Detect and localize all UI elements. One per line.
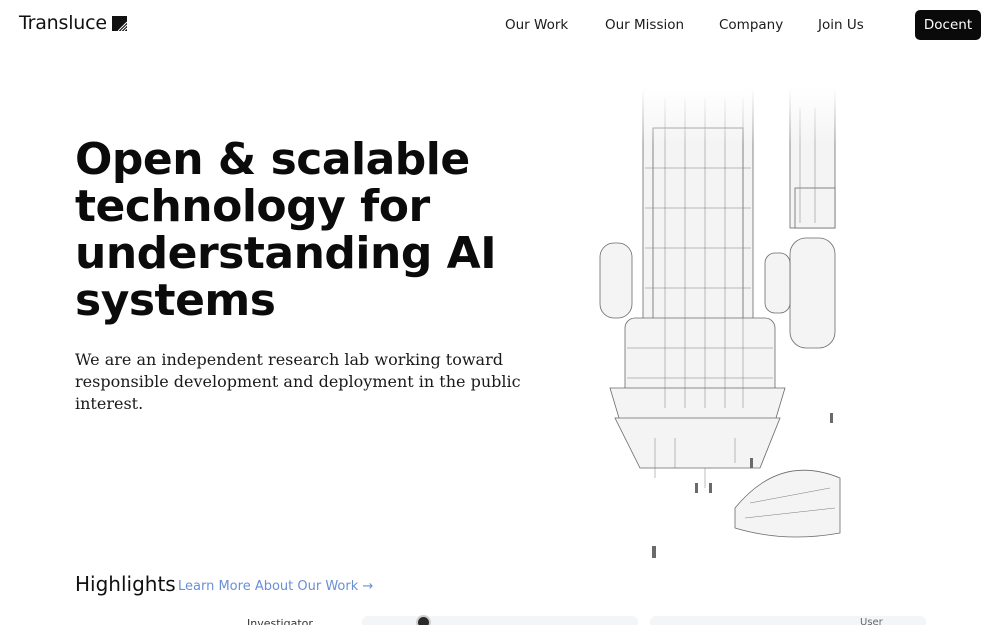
main-nav: Our Work Our Mission Company Join Us (0, 17, 1000, 37)
hero-title: Open & scalable technology for understan… (75, 134, 497, 326)
hero-illustration (585, 88, 860, 570)
card-label-investigator: Investigator (247, 617, 313, 625)
hero-subtitle: We are an independent research lab worki… (75, 350, 521, 413)
nav-join-us[interactable]: Join Us (818, 17, 864, 33)
site-header: Transluce Our Work Our Mission Company J… (0, 0, 1000, 50)
highlight-card[interactable] (650, 616, 926, 625)
card-label-user: User (860, 617, 883, 625)
nav-company[interactable]: Company (719, 17, 783, 33)
avatar (416, 615, 431, 625)
learn-more-link[interactable]: Learn More About Our Work → (178, 579, 373, 594)
nav-our-work[interactable]: Our Work (505, 17, 568, 33)
highlights-title: Highlights (75, 572, 176, 596)
nav-our-mission[interactable]: Our Mission (605, 17, 684, 33)
docent-button[interactable]: Docent (915, 10, 981, 40)
highlight-card[interactable] (362, 616, 638, 625)
